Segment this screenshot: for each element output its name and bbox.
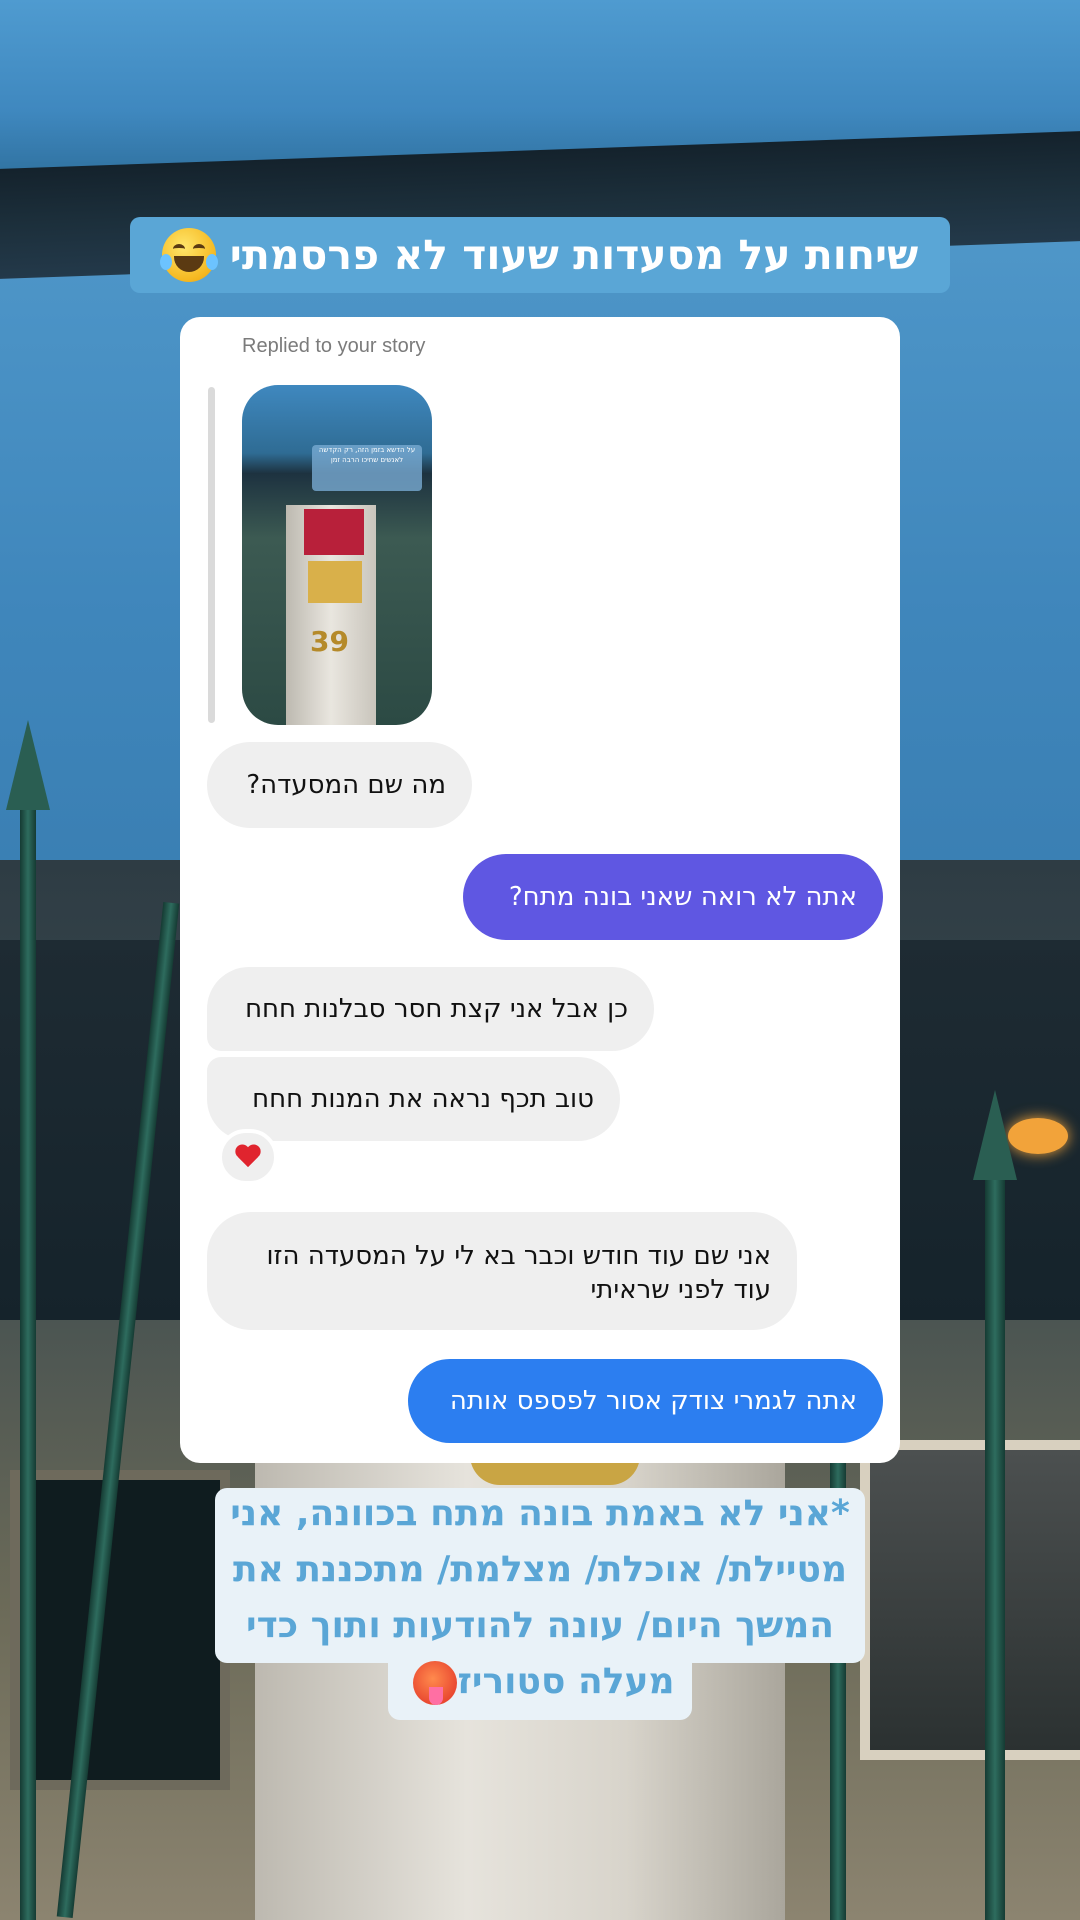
thumbnail-red-sign [304, 509, 364, 555]
fence-post [20, 800, 36, 1920]
note-line-text: מעלה סטוריז [457, 1661, 675, 1702]
incoming-message[interactable]: טוב תכף נראה את המנות חחח [207, 1057, 620, 1141]
message-text: אתה לא רואה שאני בונה מתח? [508, 882, 857, 912]
outgoing-message[interactable]: אתה לא רואה שאני בונה מתח? [463, 854, 883, 940]
incoming-message[interactable]: מה שם המסעדה? [207, 742, 472, 828]
left-window [10, 1470, 230, 1790]
outgoing-message[interactable]: אתה לגמרי צודק אסור לפספס אותה [408, 1359, 883, 1443]
face-with-tears-of-joy-icon [159, 228, 218, 282]
fence-post [985, 1180, 1005, 1920]
message-text: אתה לגמרי צודק אסור לפספס אותה [449, 1386, 857, 1416]
message-reaction[interactable] [218, 1129, 278, 1185]
message-text: טוב תכף נראה את המנות חחח [252, 1084, 594, 1114]
replied-to-story-label: Replied to your story [242, 335, 426, 357]
thumbnail-house-number: 39 [310, 625, 349, 658]
dm-screenshot-card: Replied to your story על הדשא בזמן הזה, … [180, 317, 900, 1463]
fence-spear [973, 1090, 1017, 1180]
reply-indicator-bar [208, 387, 215, 723]
note-last-line: מעלה סטוריז [212, 1654, 868, 1710]
lamp-light [1008, 1118, 1068, 1154]
note-line: *אני לא באמת בונה מתח בכוונה, אני [230, 1493, 850, 1534]
story-footnote: *אני לא באמת בונה מתח בכוונה, אני מטיילת… [212, 1486, 868, 1710]
right-window [860, 1440, 1080, 1760]
thumbnail-caption: על הדשא בזמן הזה, רק הקדשה לאנשים שחיכו … [312, 445, 422, 491]
message-text: מה שם המסעדה? [246, 770, 446, 800]
story-title-pill: שיחות על מסעדות שעוד לא פרסמתי [130, 217, 950, 293]
hot-face-icon [413, 1661, 458, 1705]
story-reply-thumbnail[interactable]: על הדשא בזמן הזה, רק הקדשה לאנשים שחיכו … [242, 385, 432, 725]
story-title: שיחות על מסעדות שעוד לא פרסמתי [229, 231, 919, 279]
message-text: כן אבל אני קצת חסר סבלנות חחח [245, 994, 628, 1024]
red-heart-icon [235, 1145, 261, 1169]
incoming-message[interactable]: אני שם עוד חודש וכבר בא לי על המסעדה הזו… [207, 1212, 797, 1330]
incoming-message[interactable]: כן אבל אני קצת חסר סבלנות חחח [207, 967, 654, 1051]
thumbnail-gold-sign [308, 561, 362, 603]
message-text: אני שם עוד חודש וכבר בא לי על המסעדה הזו… [266, 1241, 771, 1305]
note-line: המשך היום/ עונה להודעות ותוך כדי [245, 1605, 835, 1646]
fence-spear [6, 720, 50, 810]
note-line: מטיילת/ אוכלת/ מצלמת/ מתכננת את [232, 1549, 847, 1590]
